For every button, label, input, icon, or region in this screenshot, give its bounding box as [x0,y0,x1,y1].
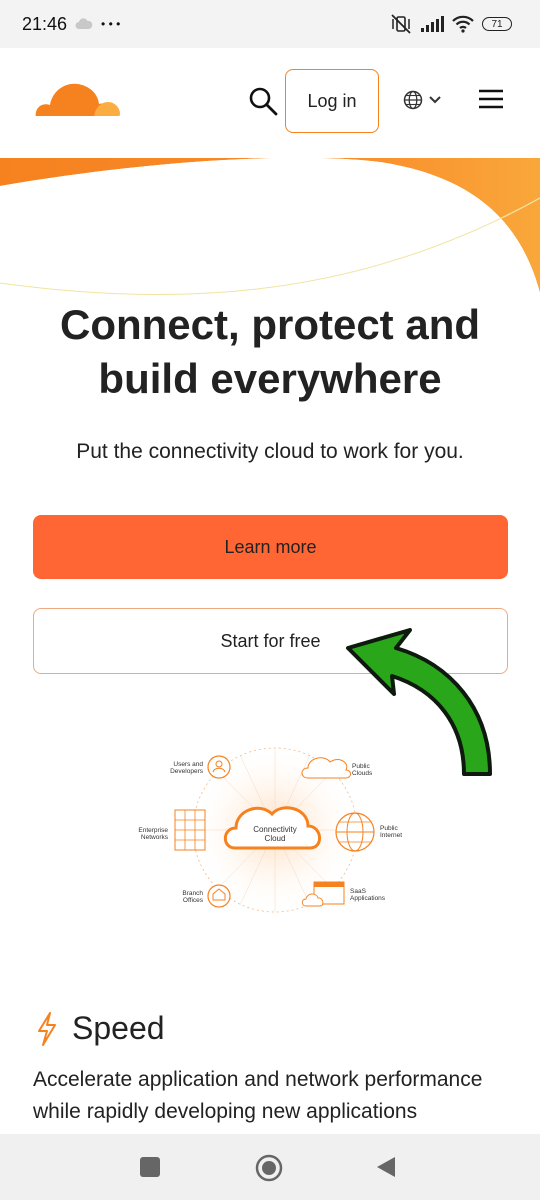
site-header: Log in [0,48,540,158]
diagram-enterprise-label-1: Enterprise [138,827,168,834]
language-selector[interactable] [403,90,441,110]
learn-more-button[interactable]: Learn more [33,515,508,579]
hero-swoosh-graphic [0,158,540,298]
diagram-branch-label-1: Branch [182,890,203,897]
signal-icon [421,16,444,32]
diagram-public-internet-label-1: Public [380,825,398,832]
diagram-saas-label-1: SaaS [350,888,367,895]
cloud-status-icon [75,18,93,29]
menu-icon[interactable] [478,88,504,110]
hero-title-line2: build everywhere [98,355,442,402]
diagram-public-clouds-label-1: Public [352,763,370,770]
battery-level: 71 [491,18,503,30]
diagram-center-label-2: Cloud [265,834,286,843]
diagram-enterprise-label-2: Networks [141,834,169,841]
back-button[interactable] [375,1156,397,1178]
diagram-users-label-2: Developers [170,768,204,775]
diagram-users-label-1: Users and [173,761,203,768]
recents-button[interactable] [140,1157,160,1177]
login-button[interactable]: Log in [285,69,379,133]
globe-icon [403,90,423,110]
speed-title: Speed [72,1010,165,1046]
lightning-icon [38,1011,56,1046]
battery-indicator: 71 [482,17,512,31]
home-button[interactable] [255,1154,283,1182]
connectivity-diagram: Connectivity Cloud Users and Developers … [138,745,402,915]
search-icon[interactable] [248,86,278,116]
chevron-down-icon [429,96,441,104]
status-notif-dots: • • • [101,17,121,31]
diagram-center-label-1: Connectivity [253,825,297,834]
hero-title-line1: Connect, protect and [59,301,481,348]
status-right: 71 [390,14,512,34]
diagram-saas-label-2: Applications [350,895,386,902]
status-bar: 21:46 • • • 71 [0,0,540,48]
speed-description: Accelerate application and network perfo… [33,1068,483,1123]
diagram-branch-label-2: Offices [183,897,204,904]
hero-subtitle: Put the connectivity cloud to work for y… [76,440,464,463]
wifi-icon [452,15,474,33]
hero-title: Connect, protect and build everywhere [30,298,510,406]
mute-vibrate-icon [391,14,411,34]
status-time: 21:46 [22,13,68,34]
speed-heading: Speed [36,1010,165,1047]
status-left: 21:46 • • • [22,14,120,35]
diagram-public-clouds-label-2: Clouds [352,770,373,777]
diagram-public-internet-label-2: Internet [380,832,402,839]
cloudflare-logo[interactable] [32,78,120,120]
